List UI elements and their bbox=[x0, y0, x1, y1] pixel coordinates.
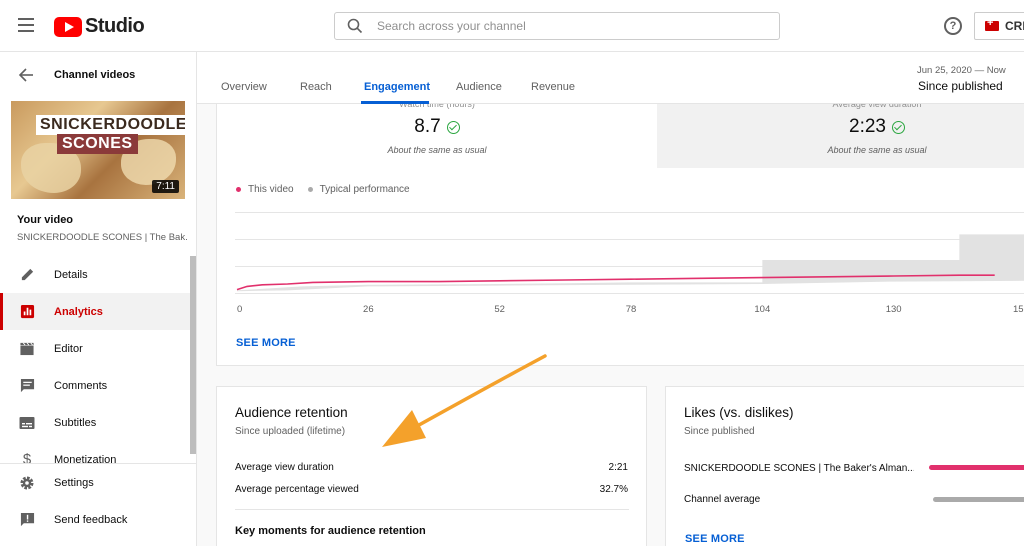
gear-icon bbox=[18, 475, 36, 491]
sidebar-item-label: Send feedback bbox=[54, 513, 128, 526]
date-range: Jun 25, 2020 — Now bbox=[917, 65, 1006, 76]
studio-logo[interactable]: Studio bbox=[54, 15, 145, 38]
search-input[interactable] bbox=[377, 19, 757, 33]
legend-label: This video bbox=[248, 184, 294, 195]
feedback-icon bbox=[18, 512, 36, 528]
clapperboard-icon bbox=[18, 341, 36, 357]
x-tick-label: 0 bbox=[237, 304, 242, 315]
hamburger-menu-icon[interactable] bbox=[18, 18, 34, 32]
back-to-channel-videos[interactable]: Channel videos bbox=[0, 62, 196, 88]
sidebar-item-label: Subtitles bbox=[54, 416, 97, 429]
create-video-icon bbox=[985, 17, 999, 31]
analytics-icon bbox=[18, 304, 36, 320]
x-tick-label: 104 bbox=[754, 304, 770, 315]
likes-bar-channel-average bbox=[933, 497, 1024, 502]
tab-engagement[interactable]: Engagement bbox=[364, 81, 430, 93]
help-icon[interactable]: ? bbox=[944, 17, 962, 35]
youtube-play-icon bbox=[54, 16, 82, 37]
row-label: Average view duration bbox=[235, 462, 334, 473]
chart-legend: This video Typical performance bbox=[236, 184, 424, 195]
watch-time-metric[interactable]: Watch time (hours) 8.7 About the same as… bbox=[337, 104, 537, 155]
engagement-line-chart[interactable]: 0 26 52 78 104 130 156 days bbox=[235, 212, 1024, 332]
x-tick-label: 130 bbox=[886, 304, 902, 315]
sidebar: Channel videos SNICKERDOODLE SCONES 7:11… bbox=[0, 52, 197, 546]
sidebar-item-label: Comments bbox=[54, 379, 108, 392]
comment-icon bbox=[18, 378, 36, 394]
tab-overview[interactable]: Overview bbox=[221, 81, 267, 93]
sidebar-item-settings[interactable]: Settings bbox=[0, 464, 196, 501]
legend-dot bbox=[307, 187, 313, 192]
video-duration: 7:11 bbox=[152, 180, 179, 193]
audience-retention-card: Audience retention Since uploaded (lifet… bbox=[216, 386, 647, 546]
sidebar-item-label: Details bbox=[54, 268, 88, 281]
analytics-tabs-bar: Overview Reach Engagement Audience Reven… bbox=[197, 52, 1024, 104]
x-tick-label: 52 bbox=[494, 304, 505, 315]
legend-dot bbox=[236, 187, 241, 192]
row-value: 2:21 bbox=[608, 462, 628, 473]
metric-label: Watch time (hours) bbox=[399, 104, 475, 109]
search-icon bbox=[347, 18, 363, 34]
typical-performance-band bbox=[237, 234, 1024, 292]
period-selector[interactable]: Since published bbox=[918, 79, 1003, 93]
video-title: SNICKERDOODLE SCONES | The Bak... bbox=[17, 232, 187, 243]
metric-value: 2:23 bbox=[849, 116, 886, 137]
tab-revenue[interactable]: Revenue bbox=[531, 81, 575, 93]
legend-typical-performance[interactable]: Typical performance bbox=[307, 184, 410, 195]
metric-label: Average view duration bbox=[832, 104, 922, 109]
legend-this-video[interactable]: This video bbox=[236, 184, 294, 195]
see-more-link[interactable]: SEE MORE bbox=[685, 533, 745, 545]
row-label: Channel average bbox=[684, 494, 761, 505]
subtitles-icon bbox=[18, 415, 36, 431]
legend-label: Typical performance bbox=[319, 184, 410, 195]
divider bbox=[235, 509, 629, 510]
sidebar-bottom: Settings Send feedback bbox=[0, 463, 196, 546]
sidebar-nav: Details Analytics Editor Comments Subtit… bbox=[0, 256, 190, 478]
tab-reach[interactable]: Reach bbox=[300, 81, 332, 93]
tab-audience[interactable]: Audience bbox=[456, 81, 502, 93]
x-tick-label: 78 bbox=[626, 304, 637, 315]
check-circle-icon bbox=[446, 120, 460, 134]
sidebar-scrollbar[interactable] bbox=[190, 256, 196, 454]
row-label: SNICKERDOODLE SCONES | The Baker's Alman… bbox=[684, 463, 914, 474]
create-button-label: CRE bbox=[1005, 19, 1024, 33]
sidebar-item-label: Settings bbox=[54, 476, 94, 489]
average-view-duration-metric[interactable]: Average view duration 2:23 About the sam… bbox=[777, 104, 977, 155]
pencil-icon bbox=[18, 267, 36, 283]
see-more-link[interactable]: SEE MORE bbox=[236, 337, 296, 349]
search-box[interactable] bbox=[334, 12, 780, 40]
sidebar-item-editor[interactable]: Editor bbox=[0, 330, 190, 367]
sidebar-item-subtitles[interactable]: Subtitles bbox=[0, 404, 190, 441]
arrow-back-icon bbox=[18, 68, 33, 82]
top-header: Studio ? CRE bbox=[0, 0, 1024, 52]
x-tick-label: 26 bbox=[363, 304, 374, 315]
metric-note: About the same as usual bbox=[387, 145, 487, 155]
your-video-label: Your video bbox=[17, 214, 74, 226]
key-moments-heading: Key moments for audience retention bbox=[235, 525, 426, 537]
sidebar-item-label: Analytics bbox=[54, 305, 103, 318]
card-title: Likes (vs. dislikes) bbox=[684, 405, 794, 420]
metric-value: 8.7 bbox=[414, 116, 441, 137]
check-circle-icon bbox=[891, 120, 905, 134]
sidebar-item-analytics[interactable]: Analytics bbox=[0, 293, 190, 330]
sidebar-item-label: Editor bbox=[54, 342, 83, 355]
likes-bar-this-video bbox=[929, 465, 1024, 470]
row-value: 32.7% bbox=[599, 484, 628, 495]
sidebar-item-details[interactable]: Details bbox=[0, 256, 190, 293]
video-thumbnail[interactable]: SNICKERDOODLE SCONES 7:11 bbox=[11, 101, 185, 199]
metric-note: About the same as usual bbox=[827, 145, 927, 155]
back-label: Channel videos bbox=[54, 69, 136, 81]
x-tick-label: 156 days bbox=[1013, 304, 1024, 315]
sidebar-item-comments[interactable]: Comments bbox=[0, 367, 190, 404]
logo-text: Studio bbox=[85, 15, 145, 37]
card-subtitle: Since published bbox=[684, 426, 755, 437]
row-label: Average percentage viewed bbox=[235, 484, 359, 495]
thumbnail-title-line2: SCONES bbox=[57, 134, 138, 154]
sidebar-item-send-feedback[interactable]: Send feedback bbox=[0, 501, 196, 538]
engagement-chart-card: Watch time (hours) 8.7 About the same as… bbox=[216, 104, 1024, 366]
thumbnail-title-line1: SNICKERDOODLE bbox=[36, 115, 185, 135]
create-button[interactable]: CRE bbox=[974, 12, 1024, 40]
card-subtitle: Since uploaded (lifetime) bbox=[235, 426, 346, 437]
likes-card: Likes (vs. dislikes) Since published SNI… bbox=[665, 386, 1024, 546]
card-title: Audience retention bbox=[235, 405, 348, 420]
